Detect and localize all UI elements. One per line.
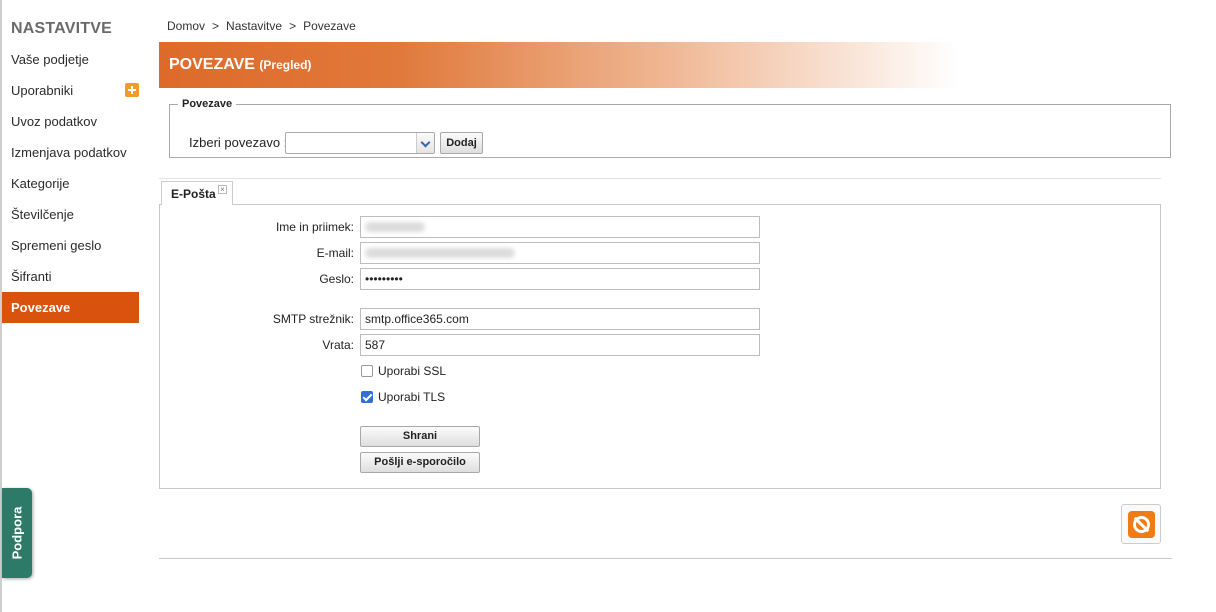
tab-divider xyxy=(159,178,1161,179)
email-label: E-mail: xyxy=(316,246,354,260)
breadcrumb-settings[interactable]: Nastavitve xyxy=(226,19,282,33)
sidebar-item-vase-podjetje[interactable]: Vaše podjetje xyxy=(2,44,139,75)
email-settings-panel: Ime in priimek: E-mail: Geslo: •••••••••… xyxy=(159,204,1161,489)
connection-select-label: Izberi povezavo : xyxy=(189,135,288,150)
sidebar-item-povezave[interactable]: Povezave xyxy=(2,292,139,323)
sidebar-item-kategorije[interactable]: Kategorije xyxy=(2,168,139,199)
bottom-divider xyxy=(159,558,1172,559)
tab-email-label: E-Pošta xyxy=(171,187,216,201)
redacted-value xyxy=(365,248,515,258)
breadcrumb-separator: > xyxy=(289,19,297,33)
breadcrumb-current: Povezave xyxy=(303,19,356,33)
sidebar-item-uporabniki[interactable]: Uporabniki xyxy=(2,75,139,106)
sidebar-item-sifranti[interactable]: Šifranti xyxy=(2,261,139,292)
smtp-server-field[interactable]: smtp.office365.com xyxy=(360,308,760,330)
page-title: POVEZAVE (Pregled) xyxy=(169,56,311,74)
tls-label[interactable]: Uporabi TLS xyxy=(378,390,445,404)
email-field[interactable] xyxy=(360,242,760,264)
save-button[interactable]: Shrani xyxy=(360,426,480,447)
sidebar-item-spremeni-geslo[interactable]: Spremeni geslo xyxy=(2,230,139,261)
name-label: Ime in priimek: xyxy=(275,220,354,234)
sidebar-item-uvoz-podatkov[interactable]: Uvoz podatkov xyxy=(2,106,139,137)
chevron-down-icon[interactable] xyxy=(416,133,434,153)
support-tab[interactable]: Podpora xyxy=(2,488,32,578)
breadcrumb-separator: > xyxy=(212,19,220,33)
ssl-checkbox[interactable] xyxy=(361,365,373,377)
tls-checkbox[interactable] xyxy=(361,391,373,403)
breadcrumb-home[interactable]: Domov xyxy=(167,19,205,33)
password-label: Geslo: xyxy=(319,272,354,286)
redacted-value xyxy=(365,222,425,232)
send-email-button[interactable]: Pošlji e-sporočilo xyxy=(360,452,480,473)
smtp-server-label: SMTP strežnik: xyxy=(272,312,354,326)
page-subtitle: (Pregled) xyxy=(259,58,312,72)
support-tab-label: Podpora xyxy=(9,506,25,560)
name-field[interactable] xyxy=(360,216,760,238)
connections-fieldset: Povezave Izberi povezavo : Dodaj xyxy=(169,98,1171,158)
add-connection-button[interactable]: Dodaj xyxy=(440,132,483,154)
connections-legend: Povezave xyxy=(182,98,233,110)
plus-icon[interactable] xyxy=(125,83,139,97)
sidebar-item-stevilcenje[interactable]: Številčenje xyxy=(2,199,139,230)
ssl-label[interactable]: Uporabi SSL xyxy=(378,364,446,378)
connection-select[interactable] xyxy=(285,132,435,154)
page-header: POVEZAVE (Pregled) xyxy=(159,42,959,88)
cancel-icon xyxy=(1128,511,1155,538)
page-title-text: POVEZAVE xyxy=(169,56,255,73)
port-field[interactable]: 587 xyxy=(360,334,760,356)
password-field[interactable]: ••••••••• xyxy=(360,268,760,290)
sidebar-item-izmenjava-podatkov[interactable]: Izmenjava podatkov xyxy=(2,137,139,168)
sidebar-title: NASTAVITVE xyxy=(11,20,112,37)
port-label: Vrata: xyxy=(322,338,354,352)
close-icon[interactable]: × xyxy=(218,185,227,194)
tab-email[interactable]: E-Pošta × xyxy=(161,181,233,205)
sidebar-item-label: Uporabniki xyxy=(11,83,74,98)
breadcrumb: Domov > Nastavitve > Povezave xyxy=(167,19,356,33)
sidebar: NASTAVITVE Vaše podjetje Uporabniki Uvoz… xyxy=(2,0,139,323)
cancel-button[interactable] xyxy=(1121,504,1161,544)
